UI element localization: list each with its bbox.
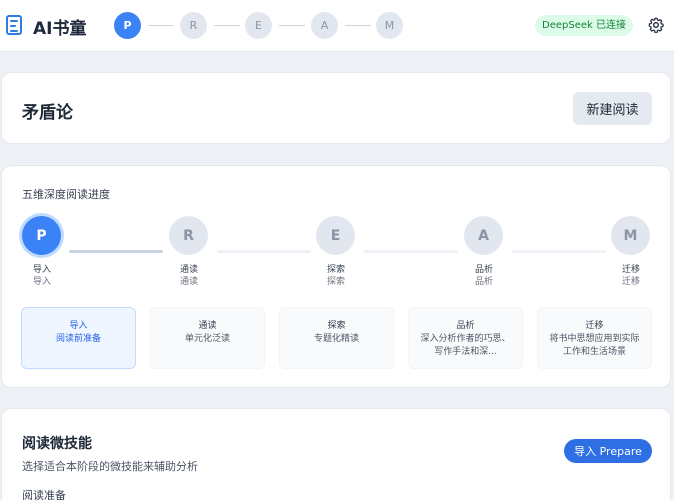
- progress-connector: [512, 250, 606, 253]
- phase-card-analyze[interactable]: 品析 深入分析作者的巧思、写作手法和深...: [408, 307, 523, 369]
- progress-step-circle: E: [316, 216, 355, 255]
- phase-card-description: 阅读前准备: [55, 334, 101, 344]
- progress-step-sublabel: 探索: [326, 277, 345, 287]
- progress-connector: [69, 250, 163, 253]
- current-phase-badge: 导入 Prepare: [564, 439, 652, 463]
- new-reading-button[interactable]: 新建阅读: [573, 92, 652, 125]
- phase-card-description: 单元化泛读: [184, 334, 230, 344]
- progress-step-circle: R: [169, 216, 208, 255]
- progress-title: 五维深度阅读进度: [22, 188, 110, 201]
- phase-card-read[interactable]: 通读 单元化泛读: [150, 307, 265, 369]
- header-step-indicator: P R E A M: [114, 12, 414, 40]
- header-step-r[interactable]: R: [180, 12, 207, 39]
- progress-connector: [364, 250, 458, 253]
- header-step-connector: [345, 25, 371, 26]
- header-step-p[interactable]: P: [114, 12, 141, 39]
- header-step-connector: [279, 25, 305, 26]
- phase-card-description: 专题化精读: [313, 334, 359, 344]
- progress-step-circle: M: [611, 216, 650, 255]
- progress-step-circle: P: [22, 216, 61, 255]
- skills-subtitle: 选择适合本阶段的微技能来辅助分析: [22, 460, 198, 473]
- phase-card-name: 探索: [327, 321, 346, 331]
- phase-card-name: 导入: [69, 321, 88, 331]
- book-icon: [6, 15, 22, 35]
- document-card: 矛盾论 新建阅读: [1, 72, 671, 144]
- phase-card-name: 品析: [456, 321, 475, 331]
- phase-card-name: 通读: [198, 321, 217, 331]
- progress-step-circle: A: [464, 216, 503, 255]
- progress-step-sublabel: 迁移: [621, 277, 640, 287]
- header-step-m[interactable]: M: [376, 12, 403, 39]
- app-title: AI书童: [33, 19, 87, 39]
- header-step-e[interactable]: E: [245, 12, 272, 39]
- phase-card-migrate[interactable]: 迁移 将书中思想应用到实际工作和生活场景: [537, 307, 652, 369]
- header-step-a[interactable]: A: [311, 12, 338, 39]
- top-header: AI书童 P R E A M DeepSeek 已连接: [0, 0, 674, 52]
- progress-connector: [217, 250, 311, 253]
- header-step-connector: [148, 25, 174, 26]
- progress-step-sublabel: 通读: [179, 277, 198, 287]
- document-title: 矛盾论: [22, 103, 73, 123]
- skills-title: 阅读微技能: [22, 436, 92, 452]
- header-step-connector: [214, 25, 240, 26]
- progress-step-sublabel: 品析: [474, 277, 493, 287]
- phase-card-description: 深入分析作者的巧思、写作手法和深...: [420, 334, 511, 357]
- reading-skills-card: 阅读微技能 选择适合本阶段的微技能来辅助分析 导入 Prepare 阅读准备: [1, 408, 671, 500]
- progress-step-sublabel: 导入: [32, 277, 51, 287]
- phase-card-name: 迁移: [585, 321, 604, 331]
- phase-card-description: 将书中思想应用到实际工作和生活场景: [549, 334, 640, 357]
- phase-card-explore[interactable]: 探索 专题化精读: [279, 307, 394, 369]
- phase-card-prepare[interactable]: 导入 阅读前准备: [21, 307, 136, 369]
- reading-progress-card: 五维深度阅读进度 P 导入 导入 R 通读 通读 E 探索 探索 A 品析 品析…: [1, 165, 671, 388]
- skill-section-label: 阅读准备: [22, 489, 66, 500]
- gear-icon[interactable]: [648, 17, 664, 33]
- connection-status-badge: DeepSeek 已连接: [535, 15, 633, 36]
